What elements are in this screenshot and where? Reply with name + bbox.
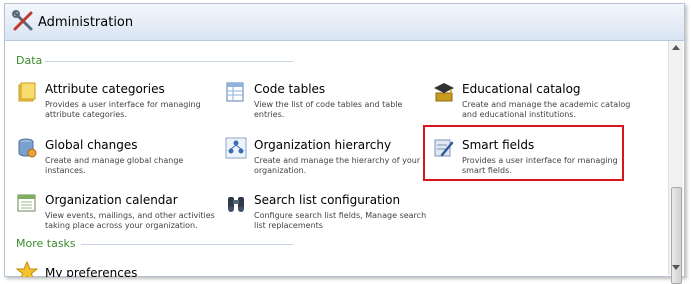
task-description: Create and manage global change instance…	[45, 156, 184, 175]
task-name[interactable]: Attribute categories	[45, 82, 165, 96]
task-code-tables[interactable]: Code tables View the list of code tables…	[225, 81, 425, 121]
task-attribute-categories[interactable]: Attribute categories Provides a user int…	[16, 81, 216, 121]
task-name[interactable]: Code tables	[254, 82, 325, 96]
section-header-data: Data	[16, 54, 43, 67]
binoculars-icon	[228, 197, 244, 212]
task-organization-calendar[interactable]: Organization calendar View events, maili…	[16, 192, 216, 232]
database-icon	[18, 138, 37, 158]
task-educational-catalog[interactable]: Educational catalog Create and manage th…	[433, 81, 633, 121]
page-title: Administration	[38, 15, 134, 30]
scroll-down-icon[interactable]	[672, 265, 680, 270]
task-name[interactable]: My preferences	[45, 266, 137, 277]
task-my-preferences[interactable]: My preferences	[16, 261, 216, 277]
task-name[interactable]: Educational catalog	[462, 82, 581, 96]
section-header-more-tasks: More tasks	[16, 237, 76, 250]
task-description: Create and manage the academic catalog a…	[462, 100, 631, 119]
task-description: Provides a user interface for managing a…	[45, 100, 201, 119]
scroll-up-icon[interactable]	[672, 45, 680, 50]
task-description: Configure search list fields, Manage sea…	[254, 211, 427, 230]
task-global-changes[interactable]: Global changes Create and manage global …	[16, 137, 216, 177]
tools-icon	[12, 10, 33, 31]
folder-icon	[18, 82, 36, 102]
section-divider	[81, 244, 293, 245]
vertical-scrollbar[interactable]	[668, 41, 683, 284]
task-description: View events, mailings, and other activit…	[45, 211, 215, 230]
section-divider	[45, 61, 293, 62]
task-search-list-configuration[interactable]: Search list configuration Configure sear…	[225, 192, 426, 232]
task-description: View the list of code tables and table e…	[254, 100, 403, 119]
panel-header: Administration	[5, 4, 684, 41]
task-name[interactable]: Organization calendar	[45, 193, 178, 207]
task-organization-hierarchy[interactable]: Organization hierarchy Create and manage…	[225, 137, 425, 177]
calendar-icon	[17, 194, 36, 212]
star-icon	[16, 261, 38, 277]
graduation-cap-icon	[434, 83, 454, 102]
hierarchy-icon	[225, 137, 247, 159]
task-name[interactable]: Search list configuration	[254, 193, 400, 207]
task-name[interactable]: Organization hierarchy	[254, 138, 391, 152]
task-name[interactable]: Global changes	[45, 138, 138, 152]
table-icon	[226, 82, 244, 102]
task-description: Create and manage the hierarchy of your …	[254, 156, 421, 175]
highlight-annotation	[423, 125, 624, 181]
administration-panel: Administration Data Attribute categories…	[4, 3, 685, 284]
